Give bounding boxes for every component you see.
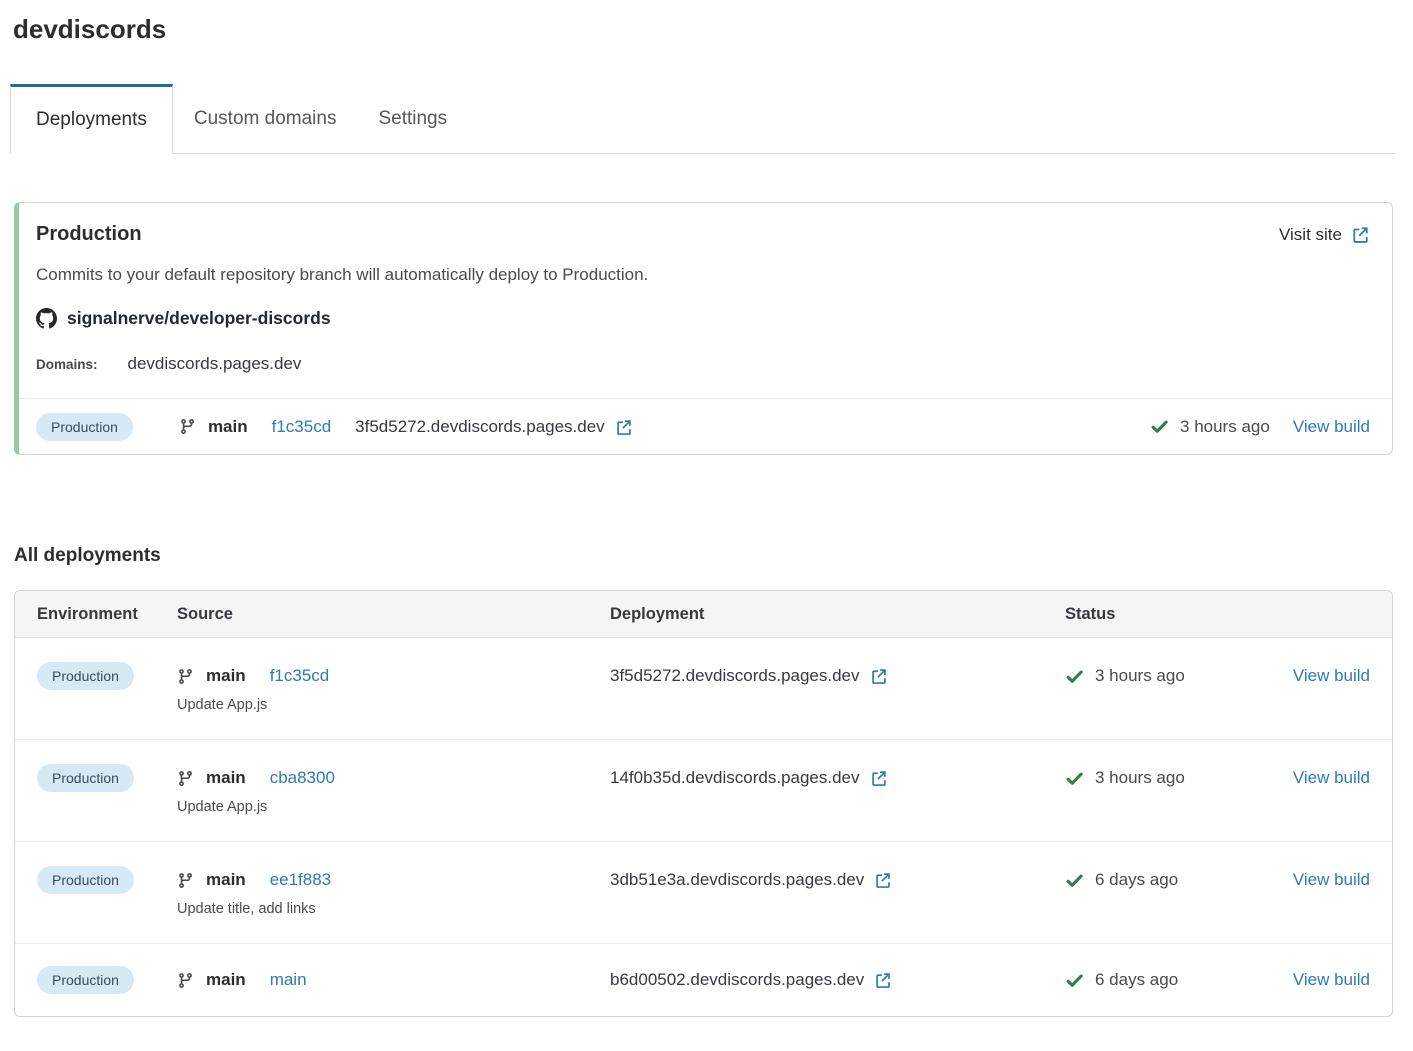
branch-name: main xyxy=(206,666,246,686)
view-build-link[interactable]: View build xyxy=(1293,870,1370,890)
deployment-url: 3db51e3a.devdiscords.pages.dev xyxy=(610,870,864,890)
commit-message: Update App.js xyxy=(177,697,610,713)
column-header-source: Source xyxy=(177,605,610,624)
external-link-icon[interactable] xyxy=(874,871,892,889)
column-header-environment: Environment xyxy=(37,605,177,624)
column-header-deployment: Deployment xyxy=(610,605,1065,624)
status-check-icon xyxy=(1065,971,1084,990)
production-description: Commits to your default repository branc… xyxy=(36,265,1370,285)
git-branch-icon xyxy=(179,418,196,435)
status-check-icon xyxy=(1065,769,1084,788)
commit-link[interactable]: main xyxy=(270,970,307,990)
status-time: 3 hours ago xyxy=(1095,768,1185,788)
view-build-link[interactable]: View build xyxy=(1293,970,1370,990)
view-build-link[interactable]: View build xyxy=(1293,417,1370,437)
all-deployments-title: All deployments xyxy=(14,545,1413,567)
git-branch-icon xyxy=(177,770,194,787)
commit-link[interactable]: cba8300 xyxy=(270,768,335,788)
table-header-row: Environment Source Deployment Status xyxy=(15,591,1392,638)
tab-deployments[interactable]: Deployments xyxy=(10,84,173,154)
table-row: Production main ee1f883 Update title, ad… xyxy=(15,842,1392,944)
status-time: 6 days ago xyxy=(1095,970,1178,990)
environment-badge: Production xyxy=(37,662,134,690)
deployments-table: Environment Source Deployment Status Pro… xyxy=(14,590,1393,1017)
deployment-url: 3f5d5272.devdiscords.pages.dev xyxy=(610,666,860,686)
production-deployment-row: Production main f1c35cd 3f5d5272.devdisc… xyxy=(19,398,1392,454)
view-build-link[interactable]: View build xyxy=(1293,768,1370,788)
environment-badge: Production xyxy=(37,966,134,994)
status-time: 3 hours ago xyxy=(1180,417,1270,437)
page-title: devdiscords xyxy=(13,14,1413,45)
deployment-url: 14f0b35d.devdiscords.pages.dev xyxy=(610,768,860,788)
repository-name: signalnerve/developer-discords xyxy=(67,308,331,329)
table-row: Production main main b6d00502.devdiscord… xyxy=(15,944,1392,1016)
external-link-icon[interactable] xyxy=(874,971,892,989)
view-build-link[interactable]: View build xyxy=(1293,666,1370,686)
visit-site-label: Visit site xyxy=(1279,225,1342,245)
git-branch-icon xyxy=(177,668,194,685)
status-time: 6 days ago xyxy=(1095,870,1178,890)
visit-site-link[interactable]: Visit site xyxy=(1279,225,1370,245)
status-time: 3 hours ago xyxy=(1095,666,1185,686)
external-link-icon[interactable] xyxy=(870,769,888,787)
table-row: Production main cba8300 Update App.js 14… xyxy=(15,740,1392,842)
external-link-icon[interactable] xyxy=(870,667,888,685)
commit-link[interactable]: ee1f883 xyxy=(270,870,331,890)
domains-label: Domains: xyxy=(36,357,98,372)
git-branch-icon xyxy=(177,972,194,989)
commit-message: Update title, add links xyxy=(177,901,610,917)
environment-badge: Production xyxy=(37,866,134,894)
environment-badge: Production xyxy=(36,413,133,441)
column-header-status: Status xyxy=(1065,605,1284,624)
branch-name: main xyxy=(206,870,246,890)
deployment-url: b6d00502.devdiscords.pages.dev xyxy=(610,970,864,990)
tab-custom-domains[interactable]: Custom domains xyxy=(173,84,358,153)
status-check-icon xyxy=(1150,417,1169,436)
git-branch-icon xyxy=(177,872,194,889)
external-link-icon xyxy=(1351,225,1370,244)
deployment-url: 3f5d5272.devdiscords.pages.dev xyxy=(355,417,605,437)
branch-name: main xyxy=(208,417,248,437)
commit-link[interactable]: f1c35cd xyxy=(270,666,330,686)
domains-value: devdiscords.pages.dev xyxy=(128,354,302,374)
table-row: Production main f1c35cd Update App.js 3f… xyxy=(15,638,1392,740)
status-check-icon xyxy=(1065,667,1084,686)
tab-bar: Deployments Custom domains Settings xyxy=(10,84,1395,154)
commit-message: Update App.js xyxy=(177,799,610,815)
production-title: Production xyxy=(36,223,142,246)
environment-badge: Production xyxy=(37,764,134,792)
branch-name: main xyxy=(206,768,246,788)
production-card: Production Visit site Commits to your de… xyxy=(14,202,1393,455)
external-link-icon[interactable] xyxy=(615,418,633,436)
status-check-icon xyxy=(1065,871,1084,890)
github-icon xyxy=(36,308,57,329)
tab-settings[interactable]: Settings xyxy=(357,84,468,153)
commit-link[interactable]: f1c35cd xyxy=(272,417,332,437)
branch-name: main xyxy=(206,970,246,990)
